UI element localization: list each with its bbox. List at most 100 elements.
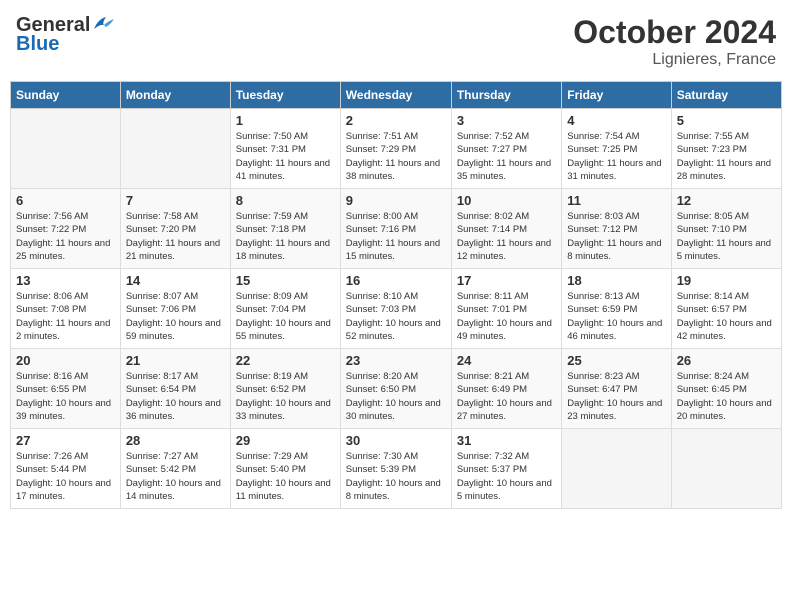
calendar-cell: 14Sunrise: 8:07 AM Sunset: 7:06 PM Dayli… <box>120 269 230 349</box>
day-info: Sunrise: 7:50 AM Sunset: 7:31 PM Dayligh… <box>236 130 335 183</box>
day-info: Sunrise: 7:54 AM Sunset: 7:25 PM Dayligh… <box>567 130 665 183</box>
calendar-cell: 11Sunrise: 8:03 AM Sunset: 7:12 PM Dayli… <box>562 189 671 269</box>
weekday-header-cell: Sunday <box>11 82 121 109</box>
day-info: Sunrise: 8:06 AM Sunset: 7:08 PM Dayligh… <box>16 290 115 343</box>
calendar-cell: 27 Sunrise: 7:26 AM Sunset: 5:44 PM Dayli… <box>11 429 121 509</box>
day-number: 30 <box>346 433 446 448</box>
logo: General Blue <box>16 14 114 56</box>
calendar-week-row: 1 Sunrise: 7:50 AM Sunset: 7:31 PM Daylig… <box>11 109 782 189</box>
location-title: Lignieres, France <box>573 51 776 69</box>
calendar-week-row: 27 Sunrise: 7:26 AM Sunset: 5:44 PM Dayli… <box>11 429 782 509</box>
day-number: 24 <box>457 353 556 368</box>
day-number: 15 <box>236 273 335 288</box>
day-number: 8 <box>236 193 335 208</box>
day-info: Sunrise: 8:14 AM Sunset: 6:57 PM Dayligh… <box>677 290 776 343</box>
title-block: October 2024 Lignieres, France <box>573 14 776 69</box>
day-number: 16 <box>346 273 446 288</box>
day-info: Sunrise: 7:32 AM Sunset: 5:37 PM Dayligh… <box>457 450 556 503</box>
day-info: Sunrise: 7:56 AM Sunset: 7:22 PM Dayligh… <box>16 210 115 263</box>
day-info: Sunrise: 8:00 AM Sunset: 7:16 PM Dayligh… <box>346 210 446 263</box>
day-info: Sunrise: 7:51 AM Sunset: 7:29 PM Dayligh… <box>346 130 446 183</box>
day-info: Sunrise: 8:10 AM Sunset: 7:03 PM Dayligh… <box>346 290 446 343</box>
day-info: Sunrise: 8:03 AM Sunset: 7:12 PM Dayligh… <box>567 210 665 263</box>
calendar-cell: 29 Sunrise: 7:29 AM Sunset: 5:40 PM Dayli… <box>230 429 340 509</box>
day-info: Sunrise: 8:05 AM Sunset: 7:10 PM Dayligh… <box>677 210 776 263</box>
day-info: Sunrise: 7:27 AM Sunset: 5:42 PM Dayligh… <box>126 450 225 503</box>
day-number: 21 <box>126 353 225 368</box>
calendar-cell: 24 Sunrise: 8:21 AM Sunset: 6:49 PM Dayli… <box>451 349 561 429</box>
day-info: Sunrise: 8:13 AM Sunset: 6:59 PM Dayligh… <box>567 290 665 343</box>
calendar-cell: 13 Sunrise: 8:06 AM Sunset: 7:08 PM Dayli… <box>11 269 121 349</box>
day-number: 3 <box>457 113 556 128</box>
day-number: 22 <box>236 353 335 368</box>
calendar-table: SundayMondayTuesdayWednesdayThursdayFrid… <box>10 81 782 509</box>
month-title: October 2024 <box>573 14 776 51</box>
calendar-week-row: 6 Sunrise: 7:56 AM Sunset: 7:22 PM Daylig… <box>11 189 782 269</box>
day-number: 18 <box>567 273 665 288</box>
calendar-cell: 30 Sunrise: 7:30 AM Sunset: 5:39 PM Dayli… <box>340 429 451 509</box>
day-number: 4 <box>567 113 665 128</box>
calendar-cell: 25Sunrise: 8:23 AM Sunset: 6:47 PM Dayli… <box>562 349 671 429</box>
day-number: 28 <box>126 433 225 448</box>
day-info: Sunrise: 7:59 AM Sunset: 7:18 PM Dayligh… <box>236 210 335 263</box>
day-info: Sunrise: 8:19 AM Sunset: 6:52 PM Dayligh… <box>236 370 335 423</box>
day-number: 17 <box>457 273 556 288</box>
day-number: 6 <box>16 193 115 208</box>
day-number: 2 <box>346 113 446 128</box>
calendar-body: 1 Sunrise: 7:50 AM Sunset: 7:31 PM Daylig… <box>11 109 782 509</box>
day-number: 12 <box>677 193 776 208</box>
calendar-cell: 23Sunrise: 8:20 AM Sunset: 6:50 PM Dayli… <box>340 349 451 429</box>
calendar-cell: 15 Sunrise: 8:09 AM Sunset: 7:04 PM Dayli… <box>230 269 340 349</box>
day-number: 13 <box>16 273 115 288</box>
calendar-cell: 8 Sunrise: 7:59 AM Sunset: 7:18 PM Daylig… <box>230 189 340 269</box>
day-number: 7 <box>126 193 225 208</box>
day-number: 1 <box>236 113 335 128</box>
day-info: Sunrise: 8:02 AM Sunset: 7:14 PM Dayligh… <box>457 210 556 263</box>
weekday-header-cell: Tuesday <box>230 82 340 109</box>
day-info: Sunrise: 7:55 AM Sunset: 7:23 PM Dayligh… <box>677 130 776 183</box>
calendar-cell: 4 Sunrise: 7:54 AM Sunset: 7:25 PM Daylig… <box>562 109 671 189</box>
calendar-cell: 22 Sunrise: 8:19 AM Sunset: 6:52 PM Dayli… <box>230 349 340 429</box>
weekday-header-row: SundayMondayTuesdayWednesdayThursdayFrid… <box>11 82 782 109</box>
day-info: Sunrise: 8:09 AM Sunset: 7:04 PM Dayligh… <box>236 290 335 343</box>
calendar-cell: 19Sunrise: 8:14 AM Sunset: 6:57 PM Dayli… <box>671 269 781 349</box>
day-number: 31 <box>457 433 556 448</box>
calendar-cell: 26 Sunrise: 8:24 AM Sunset: 6:45 PM Dayli… <box>671 349 781 429</box>
calendar-cell: 18 Sunrise: 8:13 AM Sunset: 6:59 PM Dayli… <box>562 269 671 349</box>
calendar-cell: 7Sunrise: 7:58 AM Sunset: 7:20 PM Daylig… <box>120 189 230 269</box>
day-info: Sunrise: 8:24 AM Sunset: 6:45 PM Dayligh… <box>677 370 776 423</box>
logo-blue: Blue <box>16 33 59 56</box>
day-info: Sunrise: 8:21 AM Sunset: 6:49 PM Dayligh… <box>457 370 556 423</box>
day-info: Sunrise: 8:16 AM Sunset: 6:55 PM Dayligh… <box>16 370 115 423</box>
calendar-cell <box>11 109 121 189</box>
calendar-cell: 2 Sunrise: 7:51 AM Sunset: 7:29 PM Daylig… <box>340 109 451 189</box>
day-number: 5 <box>677 113 776 128</box>
day-info: Sunrise: 8:20 AM Sunset: 6:50 PM Dayligh… <box>346 370 446 423</box>
day-number: 27 <box>16 433 115 448</box>
weekday-header-cell: Wednesday <box>340 82 451 109</box>
day-number: 25 <box>567 353 665 368</box>
weekday-header-cell: Thursday <box>451 82 561 109</box>
calendar-cell: 9Sunrise: 8:00 AM Sunset: 7:16 PM Daylig… <box>340 189 451 269</box>
day-info: Sunrise: 8:07 AM Sunset: 7:06 PM Dayligh… <box>126 290 225 343</box>
day-info: Sunrise: 7:29 AM Sunset: 5:40 PM Dayligh… <box>236 450 335 503</box>
calendar-cell: 16 Sunrise: 8:10 AM Sunset: 7:03 PM Dayli… <box>340 269 451 349</box>
day-number: 29 <box>236 433 335 448</box>
day-info: Sunrise: 7:30 AM Sunset: 5:39 PM Dayligh… <box>346 450 446 503</box>
calendar-cell: 20 Sunrise: 8:16 AM Sunset: 6:55 PM Dayli… <box>11 349 121 429</box>
calendar-cell: 1 Sunrise: 7:50 AM Sunset: 7:31 PM Daylig… <box>230 109 340 189</box>
calendar-cell <box>671 429 781 509</box>
calendar-cell: 3 Sunrise: 7:52 AM Sunset: 7:27 PM Daylig… <box>451 109 561 189</box>
day-number: 20 <box>16 353 115 368</box>
day-number: 26 <box>677 353 776 368</box>
day-info: Sunrise: 8:11 AM Sunset: 7:01 PM Dayligh… <box>457 290 556 343</box>
page-header: General Blue October 2024 Lignieres, Fra… <box>10 10 782 73</box>
weekday-header-cell: Saturday <box>671 82 781 109</box>
day-info: Sunrise: 7:52 AM Sunset: 7:27 PM Dayligh… <box>457 130 556 183</box>
calendar-week-row: 20 Sunrise: 8:16 AM Sunset: 6:55 PM Dayli… <box>11 349 782 429</box>
day-info: Sunrise: 7:26 AM Sunset: 5:44 PM Dayligh… <box>16 450 115 503</box>
weekday-header-cell: Monday <box>120 82 230 109</box>
weekday-header-cell: Friday <box>562 82 671 109</box>
calendar-cell: 5 Sunrise: 7:55 AM Sunset: 7:23 PM Daylig… <box>671 109 781 189</box>
calendar-cell <box>120 109 230 189</box>
